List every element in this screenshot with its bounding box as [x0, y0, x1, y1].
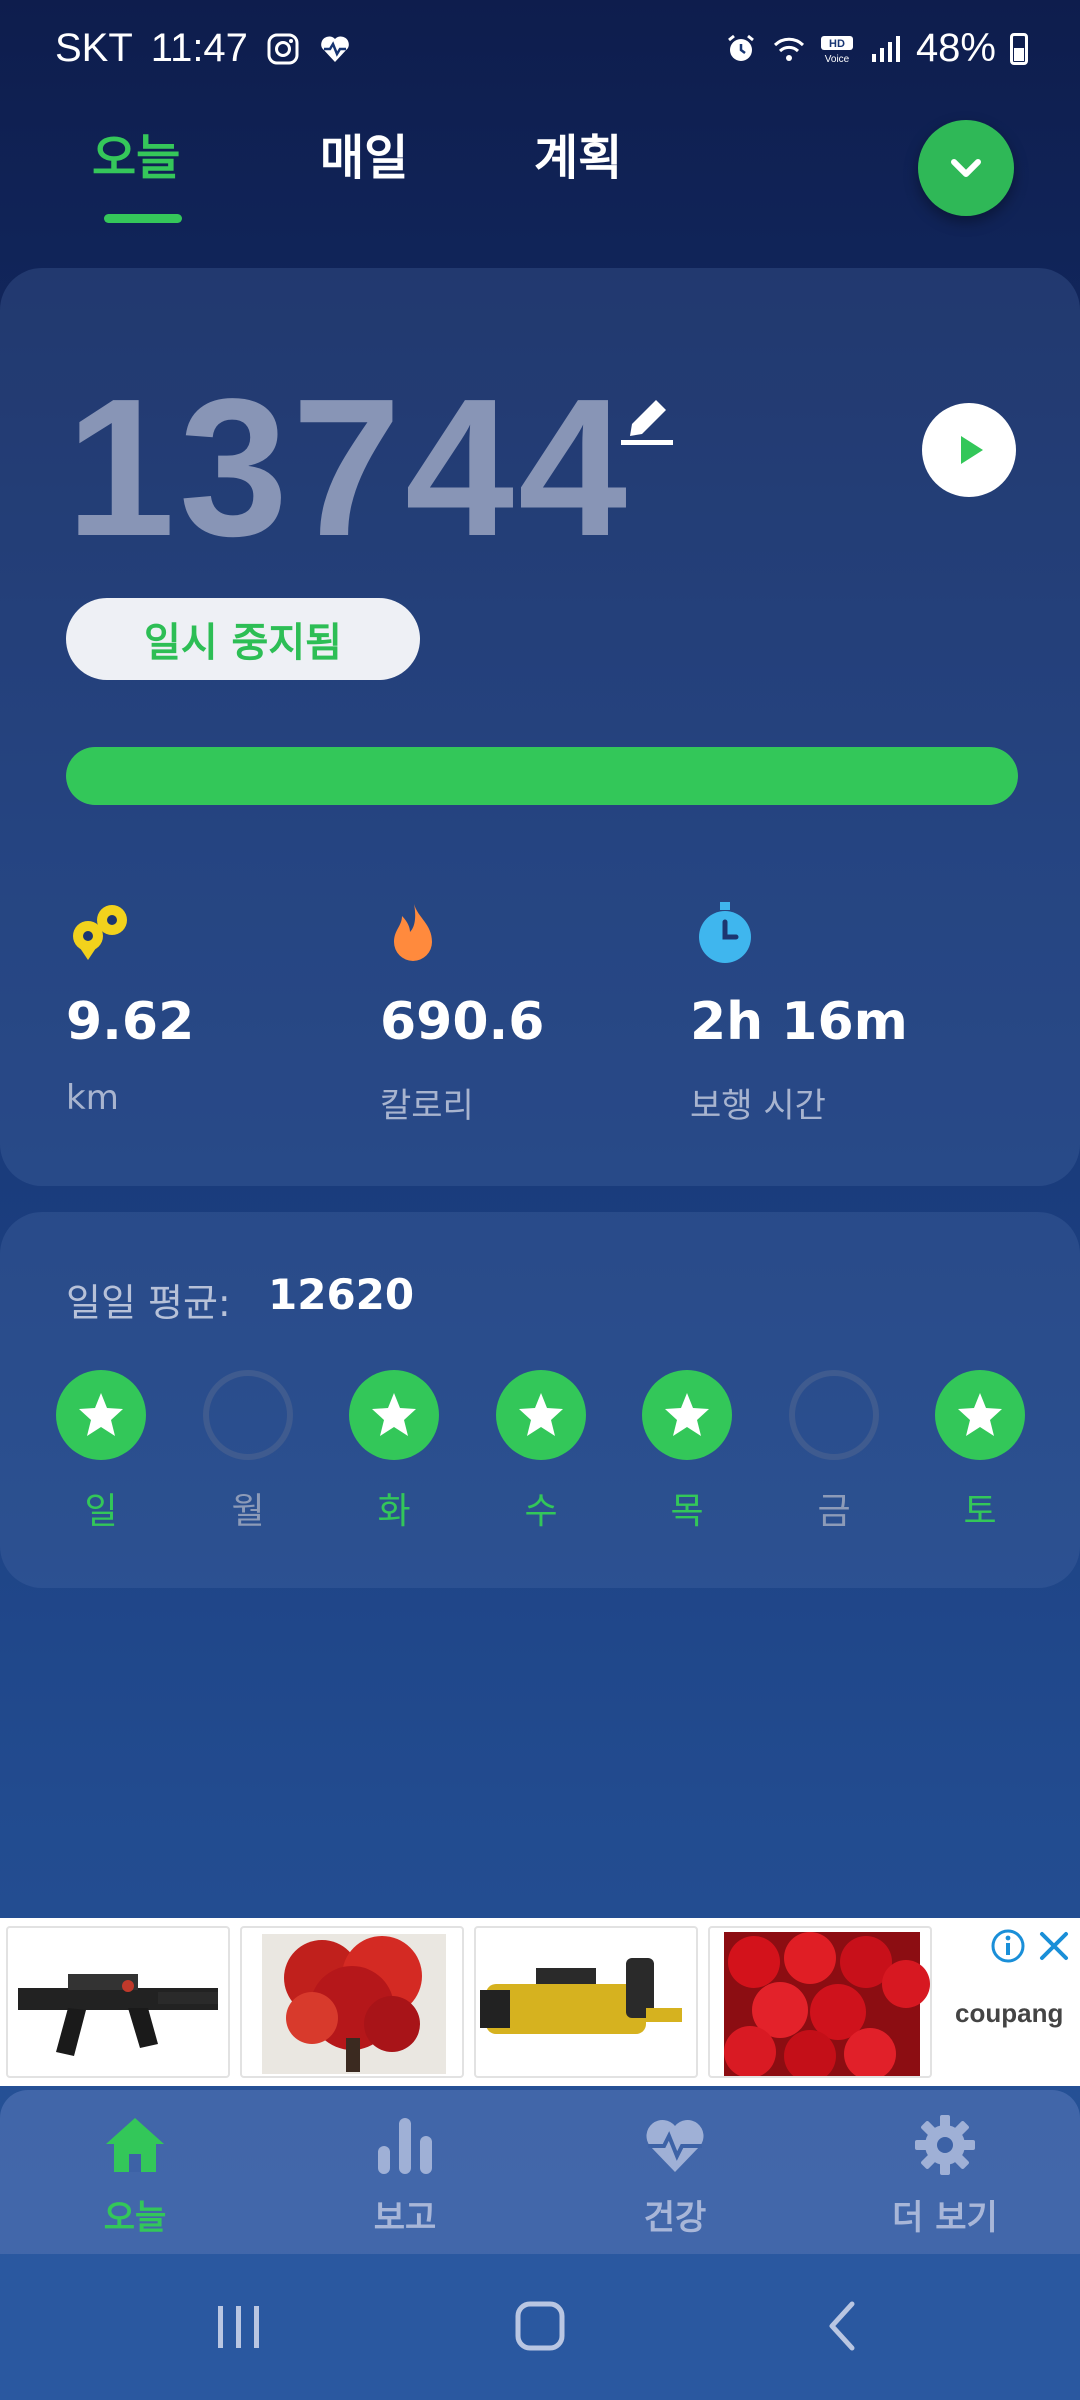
- wifi-icon: [773, 37, 804, 61]
- play-button[interactable]: [922, 403, 1016, 497]
- svg-text:Voice: Voice: [825, 54, 850, 65]
- distance-icon: [73, 905, 127, 960]
- ad-info-icon[interactable]: [990, 1928, 1026, 1964]
- red-flower-painting-image[interactable]: [240, 1926, 464, 2078]
- health-icon: [321, 36, 349, 62]
- distance-value: 9.62: [66, 992, 195, 1052]
- day-indicator-0: [56, 1370, 146, 1460]
- chevron-down-icon: [951, 159, 981, 177]
- tab-today[interactable]: 오늘: [92, 118, 180, 188]
- star-icon: [665, 1393, 709, 1436]
- day-indicator-4: [642, 1370, 732, 1460]
- status-right: HD Voice 48%: [724, 26, 1028, 71]
- edit-icon[interactable]: [618, 388, 676, 448]
- carrier-text: SKT: [55, 26, 133, 70]
- rifle-toy-image[interactable]: [6, 1926, 230, 2078]
- walk-time-label: 보행 시간: [690, 1086, 826, 1126]
- day-label-0: 일: [84, 1491, 118, 1532]
- instagram-icon: [267, 33, 299, 64]
- day-label-2: 화: [377, 1491, 411, 1532]
- play-icon: [961, 436, 983, 464]
- stopwatch-icon: [699, 902, 751, 963]
- flame-icon: [394, 904, 432, 961]
- red-apples-image[interactable]: [708, 1926, 932, 2078]
- heart-pulse-icon: [646, 2119, 704, 2172]
- tab-active-indicator: [104, 214, 182, 223]
- nav-label-more: 더 보기: [892, 2198, 998, 2238]
- step-count: 13744: [66, 358, 632, 577]
- daily-average-value: 12620: [268, 1270, 415, 1319]
- star-icon: [372, 1393, 416, 1436]
- calories-value: 690.6: [380, 992, 545, 1052]
- step-progress-bar: [66, 747, 1018, 805]
- day-label-4: 목: [670, 1491, 704, 1532]
- nav-label-report: 보고: [373, 2198, 437, 2238]
- tab-plan[interactable]: 계획: [534, 118, 622, 188]
- calories-label: 칼로리: [380, 1086, 474, 1126]
- svg-text:HD: HD: [829, 38, 845, 50]
- walk-time-value: 2h 16m: [690, 992, 908, 1052]
- star-icon: [79, 1393, 123, 1436]
- nav-label-health: 건강: [643, 2198, 707, 2238]
- nav-item-more[interactable]: 더 보기: [845, 2112, 1045, 2239]
- home-icon: [106, 2118, 164, 2172]
- day-label-3: 수: [524, 1491, 558, 1532]
- gear-icon: [915, 2115, 975, 2175]
- star-icon: [519, 1393, 563, 1436]
- system-nav-bar: [0, 2254, 1080, 2400]
- dropdown-button[interactable]: [918, 120, 1014, 216]
- daily-average-label: 일일 평균:: [66, 1281, 231, 1325]
- day-label-6: 토: [963, 1491, 997, 1532]
- day-label-5: 금: [817, 1491, 851, 1532]
- gatling-toy-image[interactable]: [474, 1926, 698, 2078]
- ad-close-icon[interactable]: [1036, 1928, 1072, 1964]
- step-progress-fill: [66, 747, 1018, 805]
- hd-voice-icon: HD Voice: [820, 35, 853, 65]
- battery-icon: [1010, 32, 1028, 65]
- day-indicator-3: [496, 1370, 586, 1460]
- back-icon[interactable]: [822, 2298, 862, 2354]
- bar-chart-icon: [378, 2118, 432, 2174]
- day-indicator-5: [789, 1370, 879, 1460]
- battery-percent: 48%: [915, 26, 996, 70]
- status-left: SKT 11:47: [55, 26, 352, 71]
- alarm-icon: [728, 34, 754, 61]
- paused-status-pill[interactable]: 일시 중지됨: [66, 598, 420, 680]
- clock-text: 11:47: [150, 26, 248, 70]
- ad-brand-logo[interactable]: coupang: [955, 1998, 1063, 2029]
- signal-icon: [871, 35, 900, 62]
- nav-item-today[interactable]: 오늘: [35, 2112, 235, 2239]
- distance-label: km: [66, 1078, 119, 1118]
- star-icon: [958, 1393, 1002, 1436]
- day-label-1: 월: [231, 1491, 265, 1532]
- recent-apps-icon[interactable]: [212, 2298, 266, 2354]
- day-indicator-2: [349, 1370, 439, 1460]
- nav-item-health[interactable]: 건강: [575, 2112, 775, 2239]
- home-button-icon[interactable]: [512, 2298, 568, 2354]
- day-indicator-1: [203, 1370, 293, 1460]
- day-indicator-6: [935, 1370, 1025, 1460]
- tab-daily[interactable]: 매일: [320, 118, 408, 188]
- status-bar: SKT 11:47 HD Voice 48%: [0, 0, 1080, 100]
- ad-banner[interactable]: coupang: [0, 1918, 1080, 2086]
- nav-label-today: 오늘: [103, 2198, 167, 2238]
- nav-item-report[interactable]: 보고: [305, 2112, 505, 2239]
